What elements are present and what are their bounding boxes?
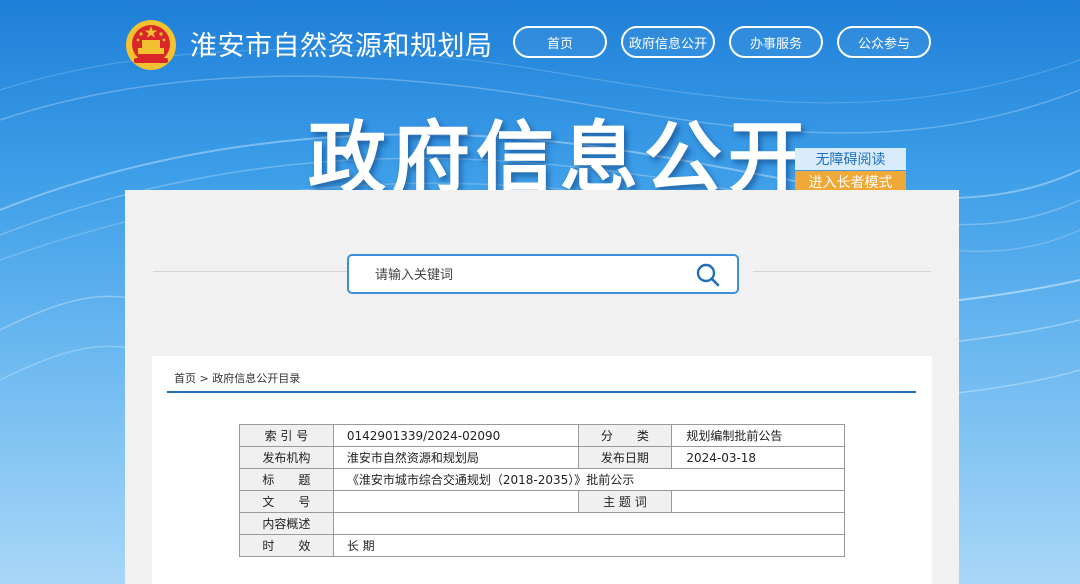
search-box	[347, 254, 739, 294]
search-divider-right	[753, 271, 931, 272]
publisher-value: 淮安市自然资源和规划局	[332, 446, 579, 469]
search-divider-left	[153, 271, 358, 272]
category-label: 分 类	[577, 424, 673, 447]
summary-value	[332, 512, 846, 535]
table-row: 文 号 主 题 词	[239, 490, 845, 513]
validity-value: 长 期	[332, 534, 846, 557]
content-area: 首页 > 政府信息公开目录 索 引 号 0142901339/2024-0209…	[152, 356, 932, 584]
top-nav: 首页 政府信息公开 办事服务 公众参与	[513, 26, 931, 58]
table-row: 时 效 长 期	[239, 534, 846, 557]
index-value: 0142901339/2024-02090	[332, 424, 579, 447]
info-meta-table: 索 引 号 0142901339/2024-02090 分 类 规划编制批前公告…	[239, 424, 846, 557]
validity-label: 时 效	[239, 534, 334, 557]
subject-value	[671, 490, 845, 513]
table-row: 内容概述	[239, 512, 846, 535]
main-panel: 首页 > 政府信息公开目录 索 引 号 0142901339/2024-0209…	[125, 190, 959, 584]
search-input[interactable]	[373, 264, 677, 286]
index-label: 索 引 号	[239, 424, 334, 447]
search-icon[interactable]	[695, 262, 721, 288]
table-row: 发布机构 淮安市自然资源和规划局 发布日期 2024-03-18	[239, 446, 845, 469]
nav-services[interactable]: 办事服务	[729, 26, 823, 58]
breadcrumb-current[interactable]: 政府信息公开目录	[212, 372, 300, 385]
doc-number-value	[332, 490, 579, 513]
table-row: 标 题 《淮安市城市综合交通规划（2018-2035）》批前公示	[239, 468, 846, 491]
doc-number-label: 文 号	[239, 490, 334, 513]
summary-label: 内容概述	[239, 512, 334, 535]
category-value: 规划编制批前公告	[671, 424, 845, 447]
nav-gov-info[interactable]: 政府信息公开	[621, 26, 715, 58]
table-row: 索 引 号 0142901339/2024-02090 分 类 规划编制批前公告	[239, 424, 845, 447]
date-value: 2024-03-18	[671, 446, 845, 469]
publisher-label: 发布机构	[239, 446, 334, 469]
title-value: 《淮安市城市综合交通规划（2018-2035）》批前公示	[332, 468, 846, 491]
date-label: 发布日期	[577, 446, 673, 469]
nav-participation[interactable]: 公众参与	[837, 26, 931, 58]
nav-home[interactable]: 首页	[513, 26, 607, 58]
breadcrumb-home[interactable]: 首页	[174, 372, 196, 385]
site-title: 淮安市自然资源和规划局	[190, 31, 493, 62]
breadcrumb-separator: >	[199, 372, 209, 385]
accessible-reading-button[interactable]: 无障碍阅读	[795, 148, 906, 170]
breadcrumb-divider	[167, 391, 916, 393]
title-label: 标 题	[239, 468, 334, 491]
breadcrumb: 首页 > 政府信息公开目录	[174, 370, 300, 386]
national-emblem-icon	[126, 20, 176, 70]
subject-label: 主 题 词	[577, 490, 673, 513]
